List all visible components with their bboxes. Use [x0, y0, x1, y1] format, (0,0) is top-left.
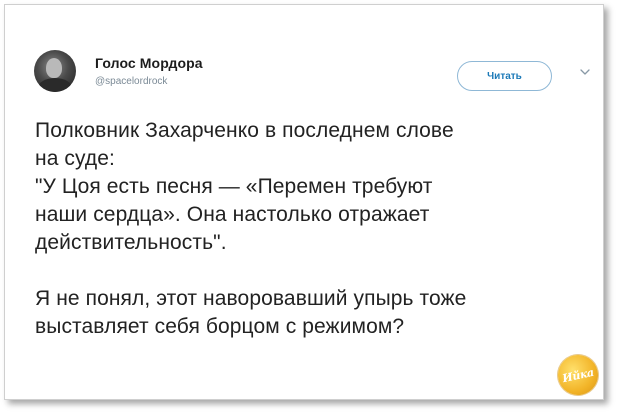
avatar-body — [38, 78, 72, 92]
avatar[interactable] — [34, 50, 76, 92]
follow-button[interactable]: Читать — [457, 61, 552, 91]
avatar-face — [46, 58, 62, 78]
author-display-name[interactable]: Голос Мордора — [95, 55, 203, 71]
watermark-logo: Ийка — [554, 351, 602, 399]
chevron-down-icon[interactable] — [578, 65, 592, 79]
watermark-text: Ийка — [561, 365, 595, 385]
tweet-card: Голос Мордора @spacelordrock Читать Полк… — [4, 4, 604, 400]
author-handle[interactable]: @spacelordrock — [95, 76, 167, 87]
tweet-text: Полковник Захарченко в последнем слове н… — [35, 119, 467, 338]
